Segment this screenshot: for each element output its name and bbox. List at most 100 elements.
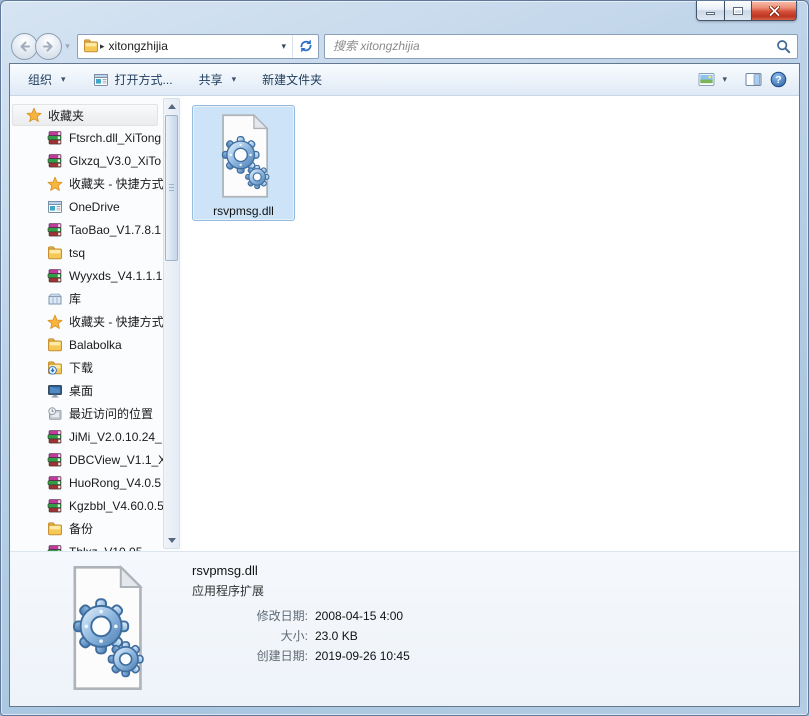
- sidebar-item-label: JiMi_V2.0.10.24_: [69, 430, 162, 444]
- book-icon: [47, 498, 63, 514]
- back-arrow-icon: [17, 39, 32, 54]
- sidebar-item[interactable]: 下载: [10, 356, 182, 379]
- sidebar-item[interactable]: Tblxz_V10.05: [10, 540, 182, 551]
- sidebar-item[interactable]: Balabolka: [10, 333, 182, 356]
- file-details: rsvpmsg.dll 应用程序扩展 修改日期: 2008-04-15 4:00…: [192, 562, 410, 706]
- details-value: 2019-09-26 10:45: [315, 646, 410, 666]
- sidebar-item[interactable]: Kgzbbl_V4.60.0.5: [10, 494, 182, 517]
- sidebar-item-label: DBCView_V1.1_X: [69, 453, 166, 467]
- maximize-button[interactable]: [725, 1, 752, 21]
- details-row: 创建日期: 2019-09-26 10:45: [192, 646, 410, 666]
- open-with-label: 打开方式...: [115, 71, 173, 88]
- sidebar-item[interactable]: HuoRong_V4.0.5: [10, 471, 182, 494]
- refresh-button[interactable]: [292, 35, 318, 58]
- sidebar-item-label: 桌面: [69, 382, 93, 399]
- preview-pane-icon[interactable]: [744, 72, 762, 88]
- share-button[interactable]: 共享: [193, 67, 243, 92]
- details-label: 大小:: [192, 626, 308, 646]
- details-rows: 修改日期: 2008-04-15 4:00 大小: 23.0 KB 创建日期: …: [192, 606, 410, 666]
- sidebar-item-label: 收藏夹 - 快捷方式: [69, 313, 164, 330]
- details-label: 修改日期:: [192, 606, 308, 626]
- search-box[interactable]: [324, 34, 798, 59]
- sidebar-item-label: 最近访问的位置: [69, 405, 153, 422]
- dll-file-icon: [215, 113, 273, 199]
- close-button[interactable]: [752, 1, 797, 21]
- views-icon[interactable]: [697, 72, 715, 88]
- forward-arrow-icon: [41, 39, 56, 54]
- sidebar-item-label: 收藏夹: [48, 107, 84, 124]
- address-dropdown-icon[interactable]: ▾: [275, 41, 292, 52]
- dll-file-icon-large: [54, 564, 158, 692]
- sidebar-item-label: Balabolka: [69, 338, 122, 352]
- search-icon[interactable]: [776, 39, 791, 54]
- sidebar-item[interactable]: 桌面: [10, 379, 182, 402]
- search-input[interactable]: [333, 39, 776, 53]
- book-icon: [47, 222, 63, 238]
- sidebar-item-label: 收藏夹 - 快捷方式: [69, 175, 164, 192]
- svg-text:?: ?: [775, 74, 781, 86]
- help-icon[interactable]: ?: [769, 72, 787, 88]
- breadcrumb[interactable]: ▸ xitongzhijia: [100, 39, 275, 53]
- file-list-area[interactable]: rsvpmsg.dll: [182, 96, 799, 551]
- minimize-button[interactable]: [696, 1, 725, 21]
- history-dropdown[interactable]: ▾: [62, 41, 73, 52]
- star-icon: [47, 176, 63, 192]
- file-tile[interactable]: rsvpmsg.dll: [192, 105, 295, 221]
- book-icon: [47, 544, 63, 552]
- sidebar-item[interactable]: 收藏夹 - 快捷方式: [10, 310, 182, 333]
- details-row: 修改日期: 2008-04-15 4:00: [192, 606, 410, 626]
- book-icon: [47, 452, 63, 468]
- sidebar-item[interactable]: TaoBao_V1.7.8.1: [10, 218, 182, 241]
- new-folder-button[interactable]: 新建文件夹: [256, 67, 328, 92]
- scroll-down-icon: [168, 538, 176, 543]
- sidebar-item[interactable]: 收藏夹: [12, 104, 158, 126]
- sidebar-item[interactable]: OneDrive: [10, 195, 182, 218]
- sidebar-item[interactable]: Glxzq_V3.0_XiTo: [10, 149, 182, 172]
- sidebar-item[interactable]: DBCView_V1.1_X: [10, 448, 182, 471]
- details-value: 23.0 KB: [315, 626, 358, 646]
- breadcrumb-arrow-icon[interactable]: ▸: [100, 41, 105, 52]
- sidebar-item[interactable]: tsq: [10, 241, 182, 264]
- window-controls: [696, 1, 797, 21]
- sidebar-list: 收藏夹 Ftsrch.dll_XiTong Glxzq_V3.0_XiTo 收藏…: [10, 104, 182, 551]
- book-icon: [47, 429, 63, 445]
- app-icon: [47, 199, 63, 215]
- back-button[interactable]: [11, 33, 38, 60]
- forward-button[interactable]: [35, 33, 62, 60]
- desktop-icon: [47, 383, 63, 399]
- sidebar-item[interactable]: JiMi_V2.0.10.24_: [10, 425, 182, 448]
- scrollbar-thumb[interactable]: [165, 115, 178, 261]
- sidebar-item[interactable]: Wyyxds_V4.1.1.1: [10, 264, 182, 287]
- sidebar-item-label: HuoRong_V4.0.5: [69, 476, 161, 490]
- scroll-up-button[interactable]: [164, 99, 179, 114]
- command-bar-right: ▾ ?: [697, 72, 787, 88]
- download-icon: [47, 360, 63, 376]
- open-with-icon: [92, 72, 110, 88]
- refresh-icon: [298, 38, 314, 54]
- folder-icon: [47, 521, 63, 537]
- book-icon: [47, 130, 63, 146]
- sidebar-item-label: 下载: [69, 359, 93, 376]
- recent-icon: [47, 406, 63, 422]
- sidebar-item-label: Tblxz_V10.05: [69, 545, 142, 552]
- sidebar-item-label: Wyyxds_V4.1.1.1: [69, 269, 162, 283]
- sidebar-item-label: OneDrive: [69, 200, 120, 214]
- address-bar[interactable]: ▸ xitongzhijia ▾: [77, 34, 319, 59]
- organize-label: 组织: [28, 71, 52, 88]
- views-dropdown-icon[interactable]: ▾: [722, 74, 727, 85]
- command-bar: 组织 打开方式... 共享 新建文件夹 ▾ ?: [10, 64, 799, 96]
- open-with-button[interactable]: 打开方式...: [86, 67, 179, 92]
- explorer-window: ▾ ▸ xitongzhijia ▾: [0, 0, 809, 716]
- maximize-icon: [733, 7, 743, 15]
- scroll-down-button[interactable]: [164, 533, 179, 548]
- breadcrumb-location[interactable]: xitongzhijia: [109, 39, 168, 53]
- star-icon: [26, 107, 42, 123]
- sidebar-item-label: 库: [69, 290, 81, 307]
- sidebar-item[interactable]: 库: [10, 287, 182, 310]
- sidebar-item[interactable]: 最近访问的位置: [10, 402, 182, 425]
- sidebar-item[interactable]: Ftsrch.dll_XiTong: [10, 126, 182, 149]
- organize-button[interactable]: 组织: [22, 67, 72, 92]
- sidebar-item[interactable]: 收藏夹 - 快捷方式: [10, 172, 182, 195]
- sidebar-item[interactable]: 备份: [10, 517, 182, 540]
- sidebar-scrollbar[interactable]: [163, 98, 180, 549]
